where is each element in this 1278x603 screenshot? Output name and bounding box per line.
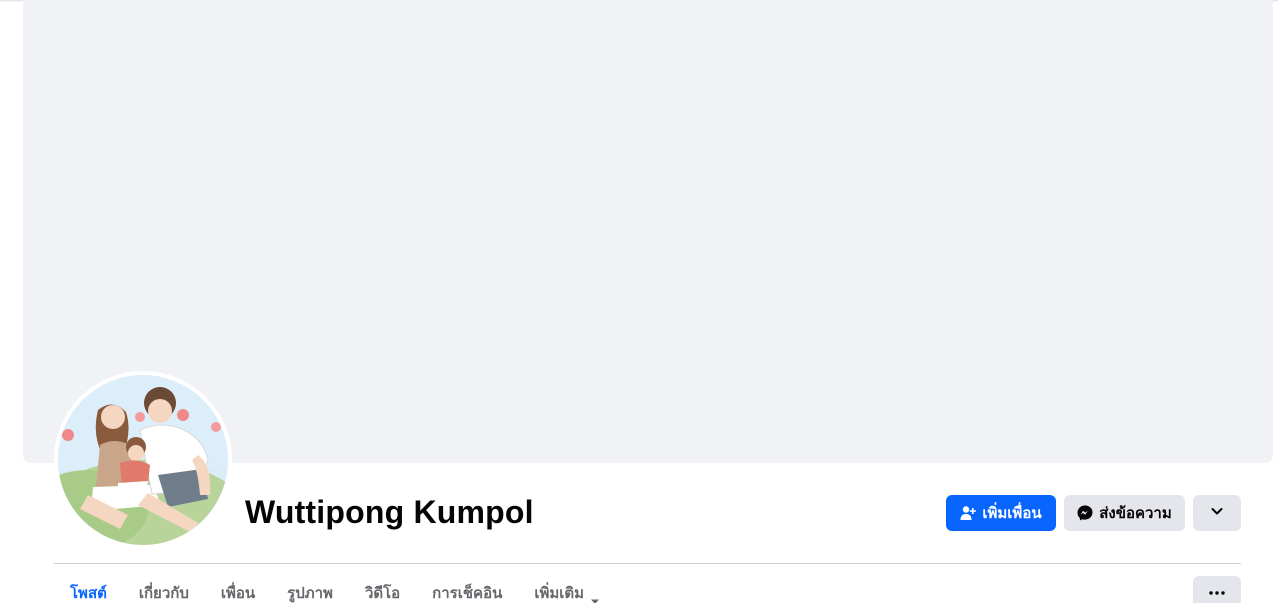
tab-about[interactable]: เกี่ยวกับ — [123, 572, 205, 603]
avatar-illustration — [58, 375, 228, 545]
profile-page: Wuttipong Kumpol เพิ่มเพื่อน ส่งข้อความ … — [0, 0, 1278, 603]
tab-videos[interactable]: วิดีโอ — [349, 572, 416, 603]
tab-label: วิดีโอ — [364, 585, 401, 602]
chevron-down-icon — [1210, 504, 1224, 522]
cover-photo[interactable] — [23, 0, 1273, 463]
add-friend-button[interactable]: เพิ่มเพื่อน — [946, 495, 1056, 531]
send-message-label: ส่งข้อความ — [1099, 505, 1172, 522]
more-options-button[interactable] — [1193, 495, 1241, 531]
tab-label: โพสต์ — [70, 585, 107, 602]
tab-label: การเช็คอิน — [432, 585, 503, 602]
send-message-button[interactable]: ส่งข้อความ — [1064, 495, 1185, 531]
ellipsis-icon — [1209, 582, 1225, 600]
tab-posts[interactable]: โพสต์ — [54, 572, 123, 603]
profile-name: Wuttipong Kumpol — [245, 494, 534, 530]
add-friend-icon — [960, 505, 977, 521]
tab-friends[interactable]: เพื่อน — [205, 572, 271, 603]
messenger-icon — [1077, 505, 1093, 521]
tab-label: รูปภาพ — [287, 585, 333, 602]
add-friend-label: เพิ่มเพื่อน — [982, 505, 1042, 522]
caret-down-icon — [590, 591, 600, 603]
tab-label: เพิ่มเติม — [534, 585, 585, 602]
tab-label: เพื่อน — [220, 585, 256, 602]
tab-label: เกี่ยวกับ — [138, 585, 189, 602]
profile-tabs: โพสต์ เกี่ยวกับ เพื่อน รูปภาพ วิดีโอ การ… — [54, 572, 616, 603]
tab-checkins[interactable]: การเช็คอิน — [416, 572, 518, 603]
tab-more[interactable]: เพิ่มเติม — [518, 572, 616, 603]
profile-picture[interactable] — [54, 371, 232, 549]
tab-photos[interactable]: รูปภาพ — [271, 572, 349, 603]
header-divider — [54, 563, 1241, 564]
tabs-ellipsis-button[interactable] — [1193, 576, 1241, 603]
